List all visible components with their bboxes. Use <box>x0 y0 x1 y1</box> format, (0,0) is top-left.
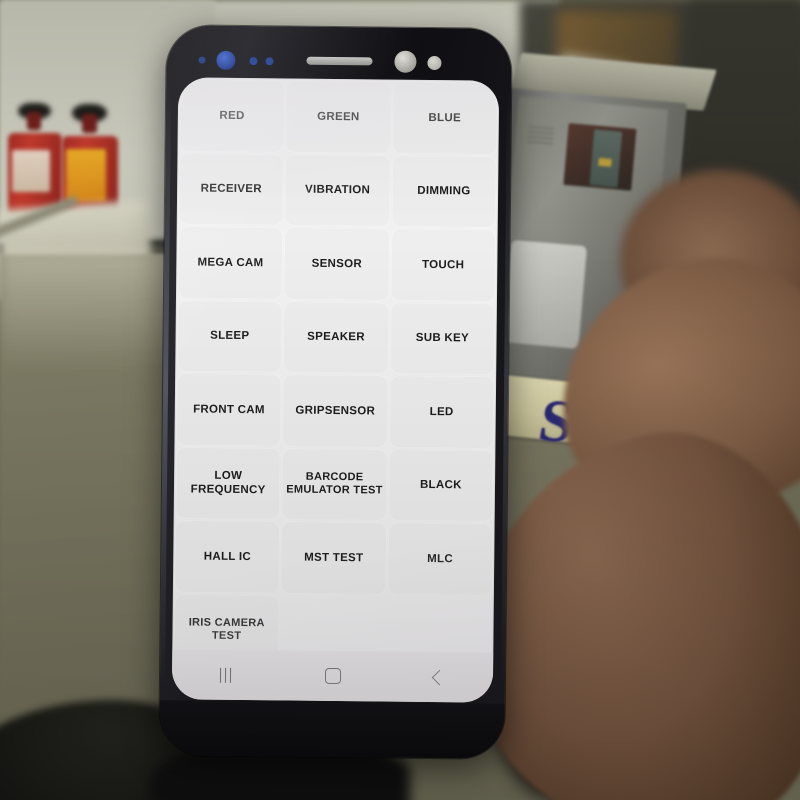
iris-scanner-icon <box>216 50 236 70</box>
test-button[interactable]: BARCODE EMULATOR TEST <box>281 447 388 521</box>
test-button[interactable]: LOW FREQUENCY <box>175 446 281 520</box>
back-button[interactable] <box>409 660 469 695</box>
home-icon <box>324 667 341 685</box>
test-button[interactable]: RED <box>179 79 285 152</box>
test-button-label: BLUE <box>428 111 462 125</box>
test-button-label: HALL IC <box>203 550 252 563</box>
earpiece-speaker-icon <box>306 56 373 66</box>
test-button[interactable]: BLUE <box>392 81 498 155</box>
back-icon <box>431 669 448 685</box>
test-button[interactable]: MEGA CAM <box>177 226 284 299</box>
test-button-label: MLC <box>427 552 454 565</box>
test-button-label: SENSOR <box>311 257 363 271</box>
test-button-label: BARCODE EMULATOR TEST <box>286 470 383 497</box>
test-button[interactable]: VIBRATION <box>285 153 391 227</box>
test-button-label: SUB KEY <box>415 332 470 345</box>
test-button[interactable]: LED <box>389 375 495 449</box>
test-button-label: SPEAKER <box>307 330 365 344</box>
test-button[interactable]: GREEN <box>285 80 391 154</box>
test-button[interactable]: RECEIVER <box>178 152 284 226</box>
bottom-bezel <box>159 700 505 759</box>
test-button-label: GRIPSENSOR <box>295 404 376 418</box>
ir-led-icon <box>249 57 258 66</box>
proximity-sensor-icon <box>427 55 442 71</box>
test-button-label: MEGA CAM <box>197 256 264 269</box>
test-button-label: MST TEST <box>304 551 364 565</box>
test-button[interactable]: TOUCH <box>390 228 496 302</box>
test-button[interactable]: GRIPSENSOR <box>282 374 388 448</box>
test-button-label: LOW FREQUENCY <box>190 469 266 497</box>
test-button-label: IRIS CAMERA TEST <box>188 616 265 643</box>
test-button-label: LED <box>429 405 454 418</box>
test-button-label: DIMMING <box>417 185 471 198</box>
test-button[interactable]: SPEAKER <box>283 300 389 374</box>
ir-led-icon <box>265 57 274 66</box>
test-button[interactable]: MST TEST <box>281 521 387 595</box>
recents-icon <box>219 667 232 683</box>
test-button-label: SLEEP <box>210 329 250 343</box>
hardware-test-grid: RED GREEN BLUE RECEIVER VIBRATION DIMMING MEGA… <box>172 77 499 667</box>
samsung-galaxy-s8-device: RED GREEN BLUE RECEIVER VIBRATION DIMMING MEGA… <box>159 25 512 759</box>
android-navigation-bar <box>171 649 494 703</box>
fire-extinguisher <box>8 102 62 215</box>
test-button[interactable]: MLC <box>387 522 493 596</box>
test-button[interactable]: BLACK <box>388 449 494 522</box>
test-button[interactable]: DIMMING <box>391 155 497 228</box>
top-bezel <box>166 25 512 85</box>
test-button-label: RECEIVER <box>200 182 262 196</box>
test-button-label: VIBRATION <box>304 183 371 197</box>
test-button-label: RED <box>219 109 245 122</box>
test-button-label: FRONT CAM <box>193 403 265 416</box>
recents-button[interactable] <box>195 658 255 693</box>
test-button[interactable]: HALL IC <box>174 520 280 593</box>
phone-screen: RED GREEN BLUE RECEIVER VIBRATION DIMMING MEGA… <box>171 77 500 703</box>
test-button-label: BLACK <box>419 479 462 492</box>
test-button[interactable]: SENSOR <box>284 227 390 301</box>
test-button-label: GREEN <box>317 110 360 123</box>
test-button[interactable]: SLEEP <box>177 299 283 373</box>
test-button[interactable]: FRONT CAM <box>176 373 282 446</box>
home-button[interactable] <box>302 659 362 694</box>
test-button[interactable]: SUB KEY <box>389 302 495 375</box>
front-camera-icon <box>394 50 417 73</box>
test-button-label: TOUCH <box>422 258 465 272</box>
ir-led-icon <box>198 56 206 64</box>
